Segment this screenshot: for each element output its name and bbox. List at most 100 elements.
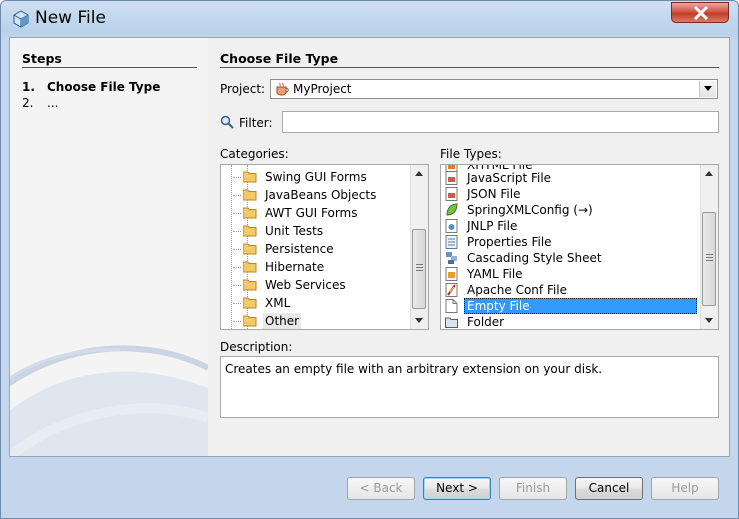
file-type-label: Empty File (467, 299, 530, 313)
file-type-label: JavaScript File (467, 171, 552, 185)
step-label: Choose File Type (47, 80, 161, 94)
file-type-label: Cascading Style Sheet (467, 251, 602, 265)
step-number: 1. (22, 80, 35, 94)
chevron-down-icon (704, 86, 712, 91)
tree-item[interactable]: Web Services (221, 277, 411, 293)
scroll-thumb[interactable] (412, 229, 426, 309)
category-label: Swing GUI Forms (265, 170, 367, 184)
project-combobox[interactable]: MyProject (270, 79, 718, 99)
scroll-up-button[interactable] (411, 165, 428, 182)
file-type-label: Apache Conf File (467, 283, 568, 297)
folder-icon (243, 279, 257, 291)
list-item[interactable]: Properties File (441, 234, 701, 250)
tree-connector (233, 249, 241, 251)
folder-icon (243, 189, 257, 201)
apache-feather-icon (445, 283, 458, 297)
description-label: Description: (220, 340, 293, 354)
project-value: MyProject (293, 82, 352, 96)
tree-item[interactable]: Hibernate (221, 259, 411, 275)
tree-connector (233, 303, 241, 305)
folder-icon (445, 317, 458, 328)
steps-panel: Steps 1. Choose File Type 2.... (10, 38, 209, 456)
step-item-1: 1. Choose File Type (22, 80, 160, 94)
tree-item[interactable]: XML (221, 295, 411, 311)
folder-icon (243, 315, 257, 327)
help-button[interactable]: Help (651, 477, 719, 500)
list-item[interactable]: Cascading Style Sheet (441, 250, 701, 266)
folder-icon (243, 207, 257, 219)
folder-icon (243, 297, 257, 309)
css-file-icon (446, 252, 457, 264)
button-bar: < Back Next > Finish Cancel Help (1, 457, 738, 518)
filter-input[interactable] (282, 111, 719, 133)
netbeans-cube-icon (13, 10, 29, 28)
scroll-down-button[interactable] (411, 312, 428, 329)
file-type-label: Properties File (467, 235, 552, 249)
steps-divider (22, 67, 197, 68)
json-file-icon (445, 187, 458, 201)
jnlp-file-icon (445, 219, 458, 233)
file-types-label: File Types: (440, 147, 502, 161)
tree-item[interactable]: Swing GUI Forms (221, 169, 411, 185)
category-label: Hibernate (265, 260, 325, 274)
tree-connector (233, 285, 241, 287)
list-item[interactable]: Folder (441, 314, 701, 329)
arrow-down-icon (705, 318, 713, 323)
file-type-label: Folder (467, 315, 505, 329)
list-item[interactable]: SpringXMLConfig (→) (441, 202, 701, 218)
finish-button[interactable]: Finish (499, 477, 567, 500)
empty-file-icon (445, 299, 458, 313)
title-bar: New File (1, 1, 738, 37)
categories-tree[interactable]: Swing GUI Forms JavaBeans Objects AWT GU… (220, 164, 429, 330)
scroll-down-button[interactable] (701, 312, 718, 329)
step-label: ... (47, 96, 59, 110)
scroll-thumb[interactable] (702, 212, 716, 306)
categories-scrollbar[interactable] (410, 165, 428, 329)
arrow-down-icon (415, 318, 423, 323)
main-panel: Choose File Type Project: MyProject Filt… (208, 38, 729, 456)
category-label: Other (263, 313, 302, 329)
tree-item[interactable]: Persistence (221, 241, 411, 257)
list-item-selected[interactable]: Empty File (441, 298, 701, 314)
spring-leaf-icon (446, 203, 458, 216)
description-text: Creates an empty file with an arbitrary … (225, 362, 603, 376)
tree-item[interactable]: Unit Tests (221, 223, 411, 239)
folder-icon (243, 171, 257, 183)
back-button[interactable]: < Back (347, 477, 415, 500)
list-item[interactable]: YAML File (441, 266, 701, 282)
filter-label: Filter: (239, 116, 273, 130)
list-item[interactable]: JSON File (441, 186, 701, 202)
category-label: AWT GUI Forms (265, 206, 358, 220)
steps-heading: Steps (22, 51, 62, 66)
category-label: Unit Tests (265, 224, 324, 238)
arrow-up-icon (415, 171, 423, 176)
arrow-up-icon (705, 171, 713, 176)
step-number: 2. (22, 96, 34, 110)
file-type-label: JSON File (467, 187, 521, 201)
folder-icon (243, 261, 257, 273)
cancel-button[interactable]: Cancel (575, 477, 643, 500)
folder-icon (243, 225, 257, 237)
list-item[interactable]: Apache Conf File (441, 282, 701, 298)
yaml-file-icon (445, 267, 458, 281)
tree-item[interactable]: AWT GUI Forms (221, 205, 411, 221)
list-item[interactable]: JavaScript File (441, 170, 701, 186)
file-types-scrollbar[interactable] (700, 165, 718, 329)
list-item[interactable]: JNLP File (441, 218, 701, 234)
folder-icon (243, 243, 257, 255)
next-button[interactable]: Next > (423, 477, 491, 500)
tree-item-selected[interactable]: Other (221, 313, 411, 329)
new-file-dialog: New File Steps 1. Choose File Type 2.... (0, 0, 739, 519)
coffee-cup-icon (276, 82, 289, 96)
tree-connector (233, 267, 241, 269)
category-label: XML (265, 296, 291, 310)
javascript-file-icon (445, 171, 458, 185)
category-label: Web Services (265, 278, 346, 292)
category-label: JavaBeans Objects (265, 188, 377, 202)
file-types-list[interactable]: XHTML File JavaScript File JSON File Spr… (440, 164, 719, 330)
tree-item[interactable]: JavaBeans Objects (221, 187, 411, 203)
scroll-up-button[interactable] (701, 165, 718, 182)
close-button[interactable] (671, 2, 729, 23)
dropdown-arrow[interactable] (699, 81, 716, 97)
tree-connector (233, 213, 241, 215)
